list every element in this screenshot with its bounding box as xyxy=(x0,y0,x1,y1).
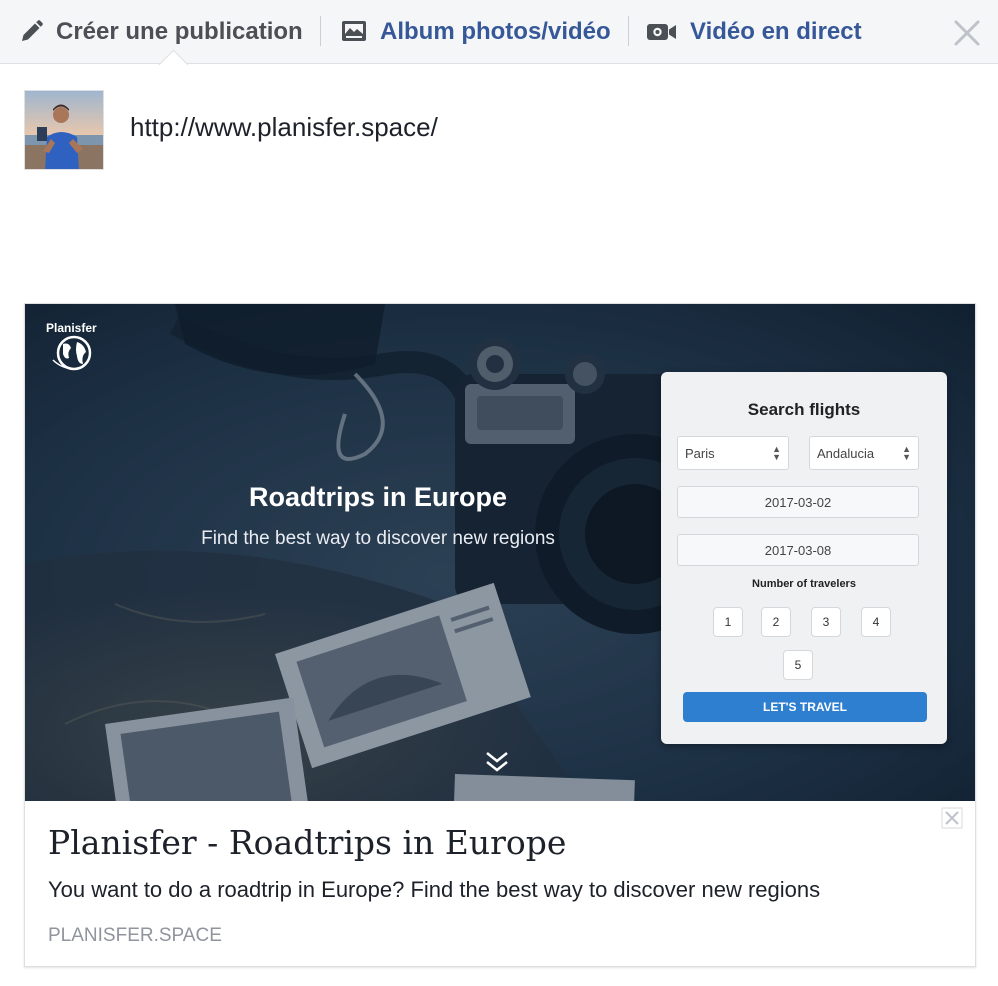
composer-tab-bar: Créer une publication Album photos/vidéo… xyxy=(0,0,998,64)
preview-text-area: Planisfer - Roadtrips in Europe You want… xyxy=(25,801,975,966)
avatar[interactable] xyxy=(24,90,104,170)
link-preview-card[interactable]: Planisfer Roadtrips in Europe Find the b… xyxy=(24,303,976,967)
tab-divider xyxy=(628,16,629,46)
preview-image: Planisfer Roadtrips in Europe Find the b… xyxy=(25,304,975,801)
traveler-count-button: 1 xyxy=(713,607,743,637)
tab-live-video[interactable]: Vidéo en direct xyxy=(646,0,862,64)
to-select: Andalucia ▲ ▼ xyxy=(809,436,919,470)
photo-icon xyxy=(340,19,368,45)
tab-create-label: Créer une publication xyxy=(56,18,303,45)
tab-live-label: Vidéo en direct xyxy=(690,18,862,45)
search-flights-title: Search flights xyxy=(747,400,861,419)
double-chevron-down-icon xyxy=(484,750,510,774)
tab-album-label: Album photos/vidéo xyxy=(380,18,611,45)
preview-description: You want to do a roadtrip in Europe? Fin… xyxy=(48,877,821,902)
traveler-count-button: 5 xyxy=(783,650,813,680)
preview-hero-subtitle: Find the best way to discover new region… xyxy=(201,528,555,549)
close-icon[interactable] xyxy=(950,16,984,50)
tab-photo-album[interactable]: Album photos/vidéo xyxy=(340,0,611,64)
preview-title: Planisfer - Roadtrips in Europe xyxy=(48,823,567,862)
traveler-count-button: 3 xyxy=(811,607,841,637)
preview-hero-title: Roadtrips in Europe xyxy=(248,482,508,512)
globe-icon xyxy=(51,334,97,372)
to-select-value: Andalucia xyxy=(817,445,875,461)
pencil-icon xyxy=(18,19,44,45)
tab-divider xyxy=(320,16,321,46)
lets-travel-button: LET'S TRAVEL xyxy=(683,692,927,722)
from-select-value: Paris xyxy=(685,445,715,461)
travelers-label: Number of travelers xyxy=(752,578,856,590)
tab-create-post[interactable]: Créer une publication xyxy=(18,0,303,64)
search-flights-panel: Search flights Paris ▲ ▼ Andalucia ▲ ▼ 201… xyxy=(661,372,947,744)
video-camera-icon xyxy=(646,21,678,43)
departure-date-field: 2017-03-02 xyxy=(677,486,919,518)
traveler-count-button: 2 xyxy=(761,607,791,637)
traveler-count-button: 4 xyxy=(861,607,891,637)
post-text-input[interactable]: http://www.planisfer.space/ xyxy=(130,112,438,143)
return-date-field: 2017-03-08 xyxy=(677,534,919,566)
remove-preview-icon[interactable] xyxy=(941,807,963,829)
preview-brand-name: Planisfer xyxy=(46,321,97,335)
from-select: Paris ▲ ▼ xyxy=(677,436,789,470)
select-arrows-icon: ▲ ▼ xyxy=(772,444,781,462)
preview-domain: PLANISFER.SPACE xyxy=(48,925,222,946)
select-arrows-icon: ▲ ▼ xyxy=(902,444,911,462)
